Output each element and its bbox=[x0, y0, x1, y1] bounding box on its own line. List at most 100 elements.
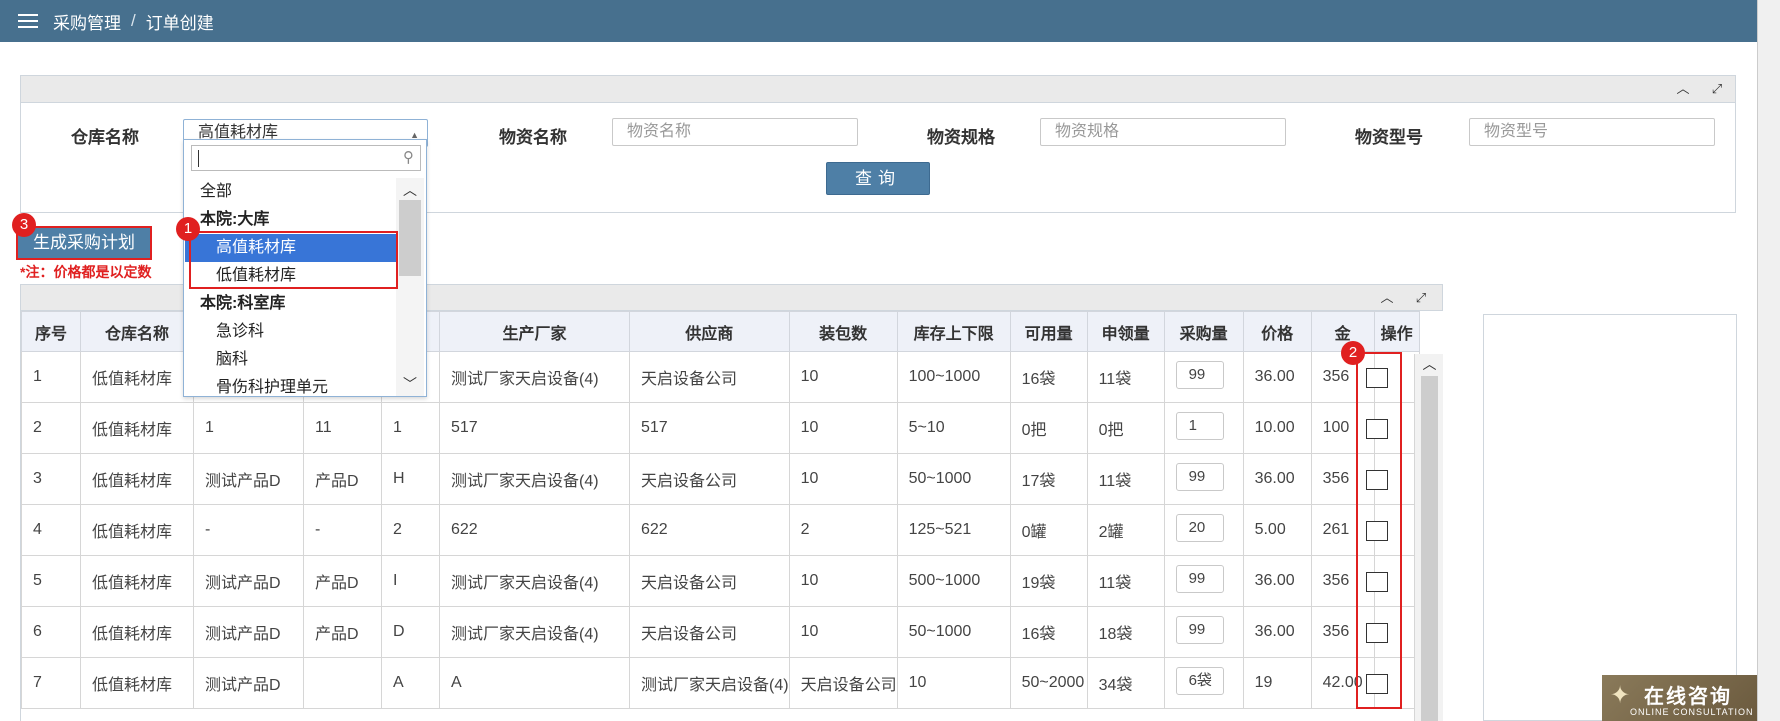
consult-title: 在线咨询 bbox=[1644, 686, 1732, 708]
warehouse-label: 仓库名称 bbox=[71, 128, 139, 147]
breadcrumb-purchase[interactable]: 采购管理 bbox=[53, 9, 121, 34]
purchase-qty-input[interactable]: 6袋 bbox=[1175, 666, 1224, 695]
dropdown-option[interactable]: 骨伤科护理单元 bbox=[185, 374, 397, 402]
row-checkbox[interactable] bbox=[1366, 419, 1388, 439]
table-cell: 36.00 bbox=[1242, 351, 1312, 403]
table-cell: 1 bbox=[381, 402, 440, 454]
table-cell: H bbox=[381, 453, 440, 505]
column-header: 仓库名称 bbox=[80, 311, 194, 352]
grid-collapse-icon[interactable]: ︿ bbox=[1377, 288, 1397, 308]
material-spec-input[interactable]: 物资规格 bbox=[1040, 118, 1286, 146]
top-navigation-bar: 采购管理 / 订单创建 bbox=[0, 0, 1757, 42]
table-cell bbox=[303, 657, 382, 709]
table-cell: 0罐 bbox=[1009, 504, 1088, 556]
column-header: 库存上下限 bbox=[896, 311, 1011, 352]
table-cell: 36.00 bbox=[1242, 606, 1312, 658]
row-checkbox[interactable] bbox=[1366, 623, 1388, 643]
row-checkbox[interactable] bbox=[1366, 521, 1388, 541]
table-cell: A bbox=[381, 657, 440, 709]
purchase-qty-input[interactable]: 99 bbox=[1175, 462, 1224, 491]
table-cell: 17袋 bbox=[1009, 453, 1088, 505]
table-cell: 1 bbox=[193, 402, 304, 454]
row-checkbox[interactable] bbox=[1366, 470, 1388, 490]
material-name-input[interactable]: 物资名称 bbox=[612, 118, 858, 146]
table-cell: 19袋 bbox=[1009, 555, 1088, 607]
table-cell: 50~1000 bbox=[896, 453, 1011, 505]
material-model-input[interactable]: 物资型号 bbox=[1469, 118, 1715, 146]
purchase-qty-cell: 1 bbox=[1163, 402, 1244, 454]
table-cell: I bbox=[381, 555, 440, 607]
table-cell: 7 bbox=[21, 657, 81, 709]
table-cell: 5~10 bbox=[896, 402, 1011, 454]
table-row: 4 低值耗材库 - -2 622 622 2 125~521 0罐 2罐 20 5.00 261 bbox=[21, 504, 1420, 556]
dropdown-scroll-down-icon[interactable]: ﹀ bbox=[396, 374, 424, 394]
query-button[interactable]: 查询 bbox=[826, 162, 930, 195]
table-cell: 测试厂家天启设备(4) bbox=[439, 555, 630, 607]
dropdown-option[interactable]: 急诊科 bbox=[185, 318, 397, 346]
page-scrollbar[interactable] bbox=[1757, 0, 1780, 721]
hamburger-menu-icon[interactable] bbox=[18, 14, 38, 28]
table-cell: 2罐 bbox=[1086, 504, 1165, 556]
table-cell: 50~1000 bbox=[896, 606, 1011, 658]
dropdown-scroll-up-icon[interactable]: ︿ bbox=[396, 180, 424, 200]
table-cell: 2 bbox=[381, 504, 440, 556]
dropdown-scrollbar[interactable]: ︿ ﹀ bbox=[396, 178, 424, 396]
table-scrollbar[interactable]: ︿ bbox=[1414, 354, 1443, 721]
scroll-up-icon[interactable]: ︿ bbox=[1415, 354, 1444, 374]
row-checkbox[interactable] bbox=[1366, 368, 1388, 388]
row-checkbox[interactable] bbox=[1366, 674, 1388, 694]
table-cell: 6 bbox=[21, 606, 81, 658]
table-cell: 10 bbox=[788, 402, 898, 454]
table-cell: 2 bbox=[788, 504, 898, 556]
column-header: 价格 bbox=[1242, 311, 1312, 352]
grid-expand-icon[interactable]: ⤢ bbox=[1411, 288, 1431, 308]
table-cell: 低值耗材库 bbox=[80, 453, 194, 505]
row-checkbox[interactable] bbox=[1366, 572, 1388, 592]
table-cell: 测试厂家天启设备(4) bbox=[439, 453, 630, 505]
purchase-qty-input[interactable]: 99 bbox=[1175, 615, 1224, 644]
purchase-qty-input[interactable]: 99 bbox=[1175, 564, 1224, 593]
table-cell: 低值耗材库 bbox=[80, 606, 194, 658]
table-cell: 低值耗材库 bbox=[80, 351, 194, 403]
table-cell: D bbox=[381, 606, 440, 658]
purchase-qty-cell: 99 bbox=[1163, 555, 1244, 607]
search-panel-header: ︿ ⤢ bbox=[21, 76, 1735, 103]
material-model-label: 物资型号 bbox=[1355, 128, 1423, 147]
table-cell: - bbox=[193, 504, 304, 556]
generate-plan-button[interactable]: 生成采购计划 bbox=[16, 226, 152, 260]
purchase-qty-cell: 99 bbox=[1163, 606, 1244, 658]
table-cell: 天启设备公司 bbox=[629, 606, 790, 658]
purchase-qty-input[interactable]: 99 bbox=[1175, 360, 1224, 389]
purchase-qty-input[interactable]: 20 bbox=[1175, 513, 1224, 542]
table-cell: 100~1000 bbox=[896, 351, 1011, 403]
material-name-label: 物资名称 bbox=[499, 128, 567, 147]
dropdown-option[interactable]: 全部 bbox=[185, 178, 397, 206]
dropdown-options: 全部 本院:大库 高值耗材库 低值耗材库 本院:科室库 急诊科 脑科 骨伤科护理单元 bbox=[185, 178, 397, 402]
table-cell: 19 bbox=[1242, 657, 1312, 709]
table-cell: 低值耗材库 bbox=[80, 504, 194, 556]
table-cell: 11袋 bbox=[1086, 351, 1165, 403]
dropdown-scroll-thumb[interactable] bbox=[399, 200, 421, 276]
purchase-qty-cell: 99 bbox=[1163, 453, 1244, 505]
purchase-qty-input[interactable]: 1 bbox=[1175, 411, 1224, 440]
table-cell: 3 bbox=[21, 453, 81, 505]
expand-icon[interactable]: ⤢ bbox=[1707, 79, 1727, 99]
collapse-icon[interactable]: ︿ bbox=[1673, 79, 1693, 99]
table-cell: 4 bbox=[21, 504, 81, 556]
purchase-qty-cell: 99 bbox=[1163, 351, 1244, 403]
online-consultation-widget[interactable]: ✦ 在线咨询 ONLINE CONSULTATION bbox=[1602, 675, 1757, 721]
table-cell: 测试厂家天启设备(4) bbox=[629, 657, 790, 709]
dropdown-search-input[interactable]: ⚲ bbox=[191, 145, 421, 171]
search-icon: ⚲ bbox=[403, 149, 414, 166]
column-header: 生产厂家 bbox=[439, 311, 630, 352]
table-cell: 产品D bbox=[303, 453, 382, 505]
price-note: *注：价格都是以定数 bbox=[20, 264, 152, 280]
table-cell: A bbox=[439, 657, 630, 709]
table-cell: 10 bbox=[788, 555, 898, 607]
table-cell: 1 bbox=[21, 351, 81, 403]
dropdown-option[interactable]: 脑科 bbox=[185, 346, 397, 374]
scroll-thumb[interactable] bbox=[1421, 376, 1438, 721]
table-row: 3 低值耗材库 测试产品D 产品D H 测试厂家天启设备(4) 天启设备公司 10 50~100… bbox=[21, 453, 1420, 505]
table-cell: 5.00 bbox=[1242, 504, 1312, 556]
highlight-box-1 bbox=[189, 231, 398, 289]
